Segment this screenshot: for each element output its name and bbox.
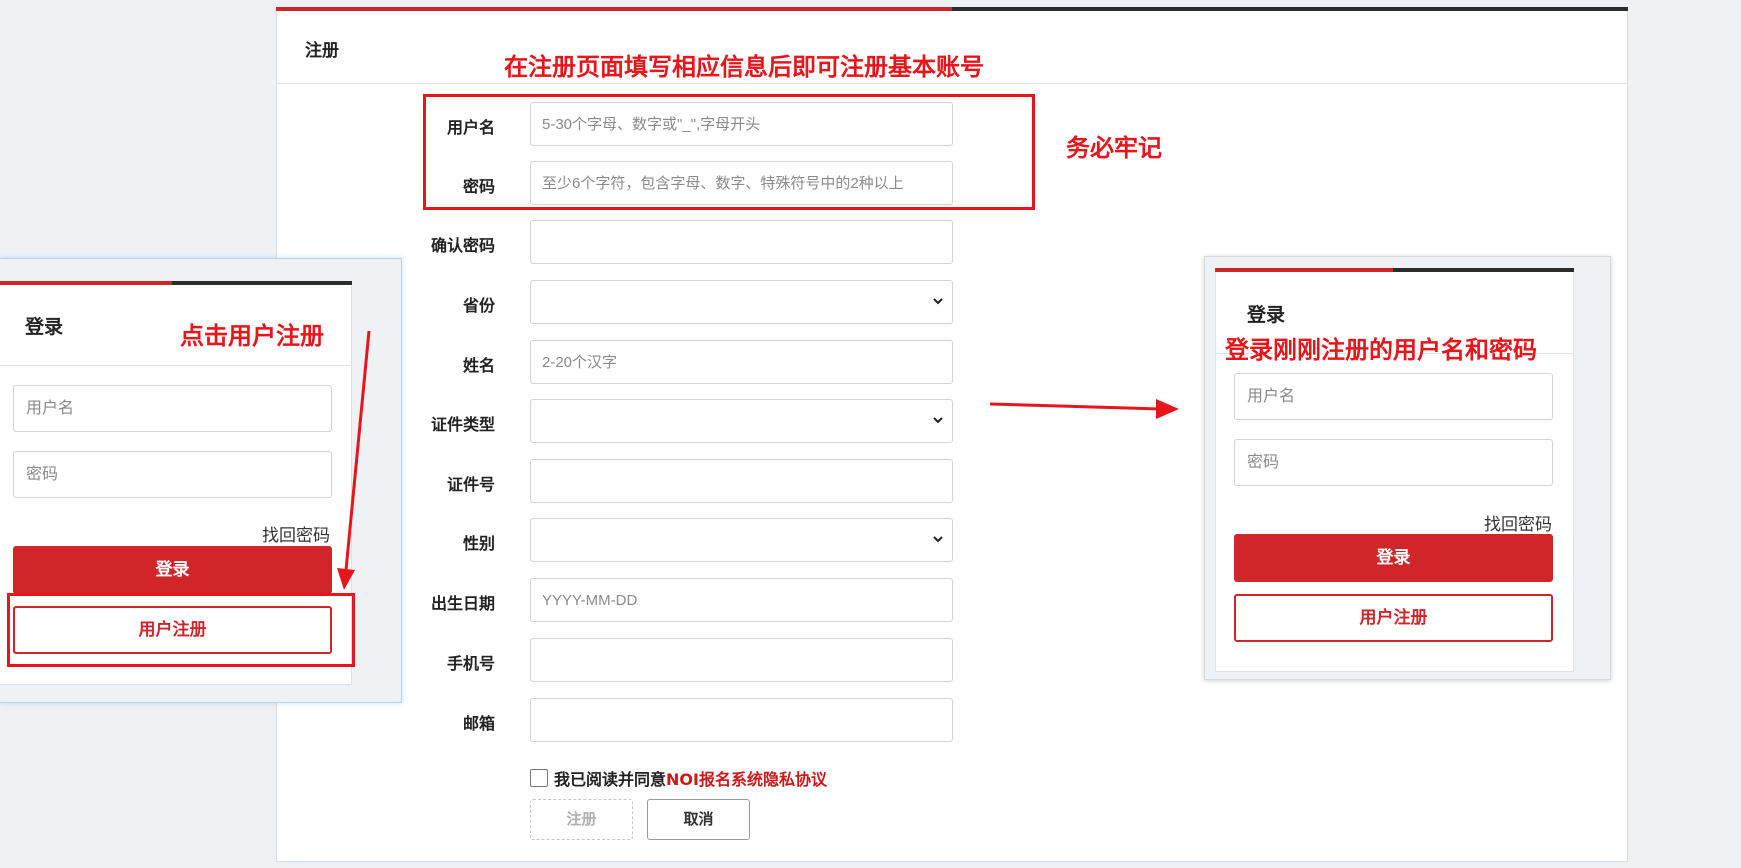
right-login-title: 登录 [1247,304,1286,326]
right-login-screenshot: 登录 找回密码 登录 用户注册 [1204,256,1611,680]
agree-text: 我已阅读并同意 [554,770,667,789]
id-type-label: 证件类型 [430,415,495,434]
annotation-click-register: 点击用户注册 [180,322,324,350]
confirm-password-input[interactable] [530,220,953,264]
credentials-highlight-box [423,94,1035,210]
id-number-label: 证件号 [446,475,495,494]
id-number-input[interactable] [530,459,953,503]
left-bar-red-segment [0,281,172,285]
id-type-select[interactable] [530,399,953,443]
gender-select[interactable] [530,518,953,562]
birthdate-input[interactable] [530,578,953,622]
left-login-title: 登录 [25,316,64,338]
chevron-down-icon [932,532,944,550]
annotation-remember: 务必牢记 [1066,134,1162,162]
birthdate-label: 出生日期 [430,594,495,613]
cancel-button[interactable]: 取消 [647,799,750,840]
register-title-divider [277,83,1627,84]
confirm-password-label: 确认密码 [430,236,495,255]
right-bar-red-segment [1215,268,1393,272]
left-forgot-password-link[interactable]: 找回密码 [262,521,330,546]
right-bar-dark-segment [1393,268,1574,272]
annotation-login-new: 登录刚刚注册的用户名和密码 [1225,336,1537,364]
agree-checkbox[interactable] [530,769,548,787]
left-login-top-bar [0,281,352,285]
top-bar-dark-segment [952,7,1628,11]
left-login-button[interactable]: 登录 [13,546,332,594]
right-password-input[interactable] [1234,439,1553,486]
email-input[interactable] [530,698,953,742]
left-password-input[interactable] [13,451,332,498]
agreement-row: 我已阅读并同意 NOI报名系统隐私协议 [530,767,827,789]
register-button-highlight-box [7,593,355,667]
register-submit-button[interactable]: 注册 [530,799,633,840]
chevron-down-icon [932,294,944,312]
right-login-button[interactable]: 登录 [1234,534,1553,582]
province-label: 省份 [462,296,495,315]
right-login-top-bar [1215,268,1574,272]
register-top-bar [276,7,1628,11]
right-user-register-button[interactable]: 用户注册 [1234,594,1553,642]
email-label: 邮箱 [462,714,495,733]
phone-input[interactable] [530,638,953,682]
right-username-input[interactable] [1234,373,1553,420]
right-forgot-password-link[interactable]: 找回密码 [1484,510,1552,535]
phone-label: 手机号 [446,654,495,673]
left-username-input[interactable] [13,385,332,432]
name-input[interactable] [530,340,953,384]
privacy-policy-link[interactable]: NOI报名系统隐私协议 [666,766,827,790]
annotation-fill-info: 在注册页面填写相应信息后即可注册基本账号 [504,53,984,81]
gender-label: 性别 [462,534,495,553]
chevron-down-icon [932,413,944,431]
register-title: 注册 [305,41,339,61]
top-bar-red-segment [276,7,952,11]
form-row-email: 邮箱 [277,698,1627,742]
province-select[interactable] [530,280,953,324]
name-label: 姓名 [462,356,495,375]
left-bar-dark-segment [172,281,352,285]
right-login-card: 登录 找回密码 登录 用户注册 [1215,268,1574,672]
left-login-divider [0,365,352,366]
